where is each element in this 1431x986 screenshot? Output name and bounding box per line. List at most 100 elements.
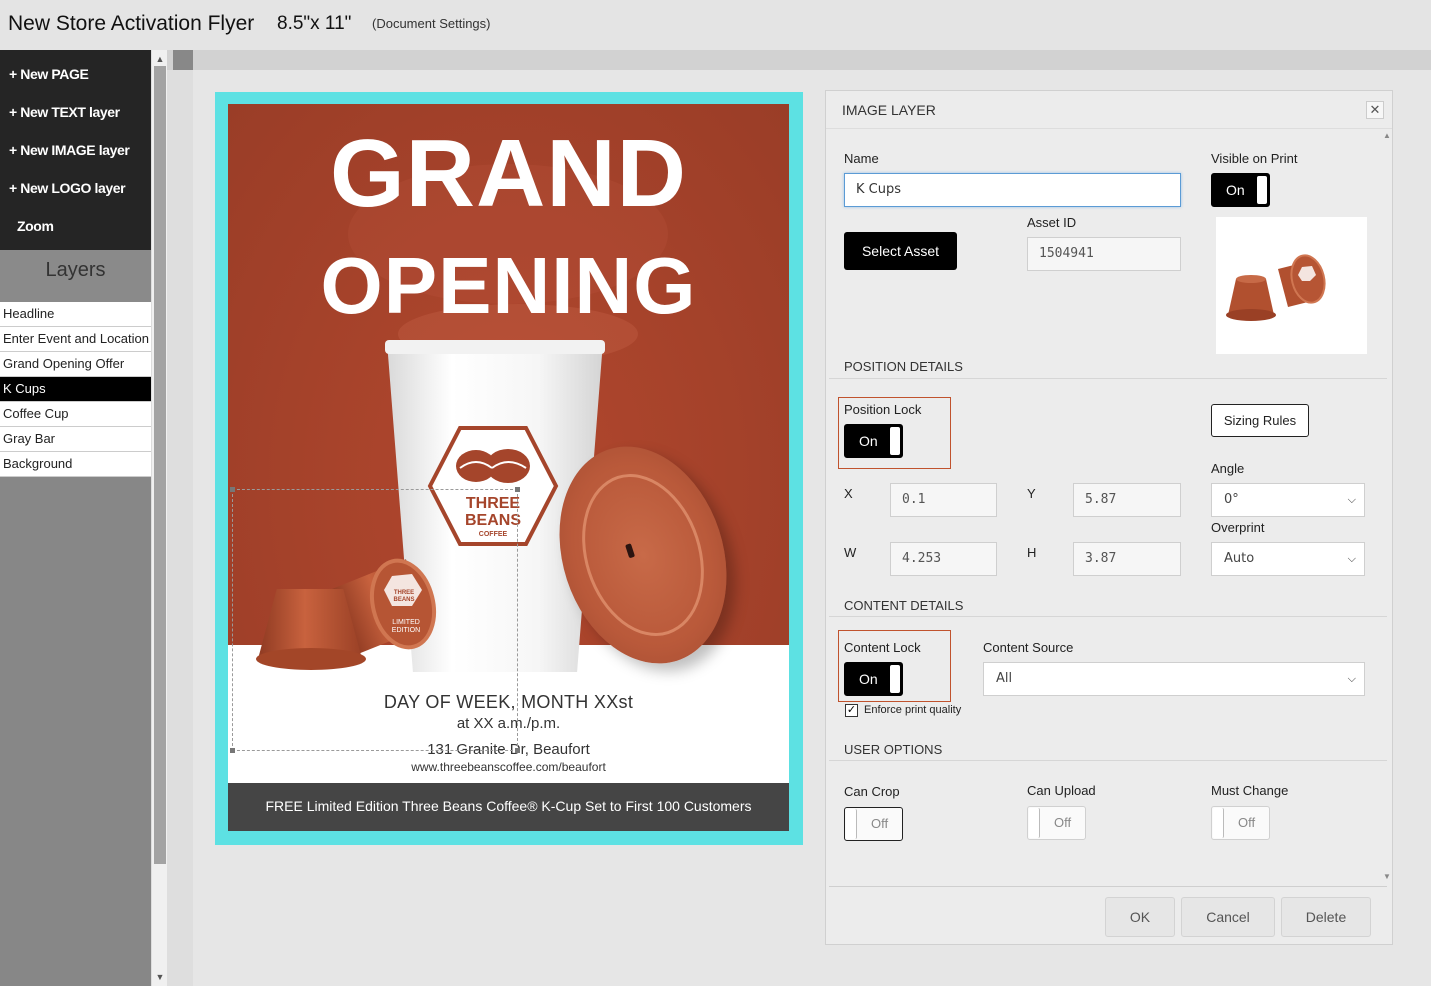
cancel-button[interactable]: Cancel: [1181, 897, 1275, 937]
content-source-value: All: [996, 671, 1013, 686]
toggle-knob: [1257, 176, 1267, 204]
layer-item-gray-bar[interactable]: Gray Bar: [0, 427, 151, 452]
content-lock-value: On: [859, 671, 878, 687]
overprint-select[interactable]: Auto ⌵: [1211, 542, 1365, 576]
action-menu: + New PAGE + New TEXT layer + New IMAGE …: [0, 50, 151, 250]
layer-item-coffee-cup[interactable]: Coffee Cup: [0, 402, 151, 427]
user-options-heading: USER OPTIONS: [844, 742, 943, 757]
panel-scrollbar[interactable]: ▲ ▼: [1382, 131, 1392, 881]
kcup-label-edition: EDITION: [392, 627, 420, 634]
h-input[interactable]: 3.87: [1073, 542, 1181, 576]
angle-select[interactable]: 0° ⌵: [1211, 483, 1365, 517]
new-logo-layer-button[interactable]: + New LOGO layer: [0, 169, 151, 207]
content-lock-label: Content Lock: [844, 640, 921, 655]
gray-bar-offer[interactable]: FREE Limited Edition Three Beans Coffee®…: [228, 783, 789, 831]
ruler-top: [167, 50, 1431, 70]
overprint-value: Auto: [1224, 551, 1255, 566]
can-upload-value: Off: [1054, 815, 1072, 830]
new-page-button[interactable]: + New PAGE: [0, 55, 151, 93]
event-date[interactable]: DAY OF WEEK, MONTH XXst: [228, 692, 789, 713]
logo-text-beans: BEANS: [465, 512, 521, 529]
document-settings-link[interactable]: (Document Settings): [372, 16, 491, 31]
k-cups-thumbnail-image: [1226, 254, 1326, 321]
ruler-left: [167, 70, 193, 986]
delete-button[interactable]: Delete: [1281, 897, 1371, 937]
close-icon[interactable]: ✕: [1366, 101, 1384, 119]
toggle-knob: [846, 809, 857, 839]
logo-text-coffee: COFFEE: [479, 531, 508, 538]
scrollbar-thumb[interactable]: [154, 66, 166, 864]
w-input[interactable]: 4.253: [890, 542, 997, 576]
layer-list: Headline Enter Event and Location Grand …: [0, 302, 151, 477]
content-details-heading: CONTENT DETAILS: [844, 598, 964, 613]
content-source-label: Content Source: [983, 640, 1074, 655]
content-source-select[interactable]: All ⌵: [983, 662, 1365, 696]
layer-item-grand-opening-offer[interactable]: Grand Opening Offer: [0, 352, 151, 377]
sidebar-scrollbar[interactable]: ▲ ▼: [151, 50, 167, 986]
scroll-down-icon[interactable]: ▼: [152, 970, 168, 984]
divider: [829, 760, 1387, 761]
toggle-knob: [1029, 808, 1040, 838]
chevron-down-icon: ⌵: [1347, 672, 1356, 685]
name-input[interactable]: K Cups: [844, 173, 1181, 207]
scroll-up-icon[interactable]: ▲: [152, 52, 168, 66]
event-address[interactable]: 131 Granite Dr, Beaufort: [228, 741, 789, 758]
three-beans-logo: THREE BEANS COFFEE: [427, 426, 559, 546]
divider: [829, 616, 1387, 617]
headline-grand[interactable]: GRAND: [228, 126, 789, 222]
document-title: New Store Activation Flyer: [8, 12, 255, 35]
layers-heading: Layers: [0, 250, 151, 302]
left-sidebar: + New PAGE + New TEXT layer + New IMAGE …: [0, 50, 151, 986]
chevron-down-icon: ⌵: [1347, 493, 1356, 506]
can-upload-label: Can Upload: [1027, 783, 1096, 798]
h-label: H: [1027, 545, 1037, 560]
asset-id-field: 1504941: [1027, 237, 1181, 271]
can-crop-value: Off: [871, 816, 889, 831]
visible-on-print-toggle[interactable]: On: [1211, 173, 1270, 207]
toggle-knob: [1213, 808, 1224, 838]
scroll-up-icon[interactable]: ▲: [1383, 131, 1391, 140]
y-input[interactable]: 5.87: [1073, 483, 1181, 517]
can-upload-toggle[interactable]: Off: [1027, 806, 1086, 840]
k-cup-base: [256, 648, 366, 670]
event-time[interactable]: at XX a.m./p.m.: [228, 715, 789, 732]
top-bar: New Store Activation Flyer 8.5"x 11" (Do…: [0, 0, 1431, 50]
kcup-label-three: THREE: [394, 590, 414, 596]
w-label: W: [844, 545, 857, 560]
headline-opening[interactable]: OPENING: [228, 246, 789, 326]
enforce-print-quality-label: Enforce print quality: [864, 704, 962, 716]
logo-text-three: THREE: [466, 495, 521, 512]
scroll-down-icon[interactable]: ▼: [1383, 872, 1391, 881]
flyer-canvas[interactable]: GRAND OPENING THREE BEANS COFFEE THREE B…: [228, 104, 789, 831]
can-crop-label: Can Crop: [844, 784, 900, 799]
document-size: 8.5"x 11": [277, 13, 352, 34]
select-asset-button[interactable]: Select Asset: [844, 232, 957, 270]
position-lock-label: Position Lock: [844, 402, 922, 417]
angle-value: 0°: [1224, 492, 1239, 507]
event-url[interactable]: www.threebeanscoffee.com/beaufort: [228, 760, 789, 774]
y-label: Y: [1027, 486, 1036, 501]
name-label: Name: [844, 151, 879, 166]
position-lock-value: On: [859, 433, 878, 449]
layer-item-background[interactable]: Background: [0, 452, 151, 477]
layer-item-headline[interactable]: Headline: [0, 302, 151, 327]
visible-on-print-value: On: [1226, 182, 1245, 198]
new-image-layer-button[interactable]: + New IMAGE layer: [0, 131, 151, 169]
enforce-print-quality-checkbox[interactable]: ✓: [845, 704, 858, 717]
x-input[interactable]: 0.1: [890, 483, 997, 517]
angle-label: Angle: [1211, 461, 1245, 476]
position-lock-toggle[interactable]: On: [844, 424, 903, 458]
new-text-layer-button[interactable]: + New TEXT layer: [0, 93, 151, 131]
layer-item-event-location[interactable]: Enter Event and Location: [0, 327, 151, 352]
position-details-heading: POSITION DETAILS: [844, 359, 963, 374]
must-change-toggle[interactable]: Off: [1211, 806, 1270, 840]
can-crop-toggle[interactable]: Off: [844, 807, 903, 841]
zoom-button[interactable]: Zoom: [0, 207, 151, 245]
toggle-knob: [890, 665, 900, 693]
layer-item-k-cups[interactable]: K Cups: [0, 377, 151, 402]
ok-button[interactable]: OK: [1105, 897, 1175, 937]
divider: [829, 378, 1387, 379]
content-lock-toggle[interactable]: On: [844, 662, 903, 696]
sizing-rules-button[interactable]: Sizing Rules: [1211, 404, 1309, 437]
asset-id-label: Asset ID: [1027, 215, 1077, 230]
